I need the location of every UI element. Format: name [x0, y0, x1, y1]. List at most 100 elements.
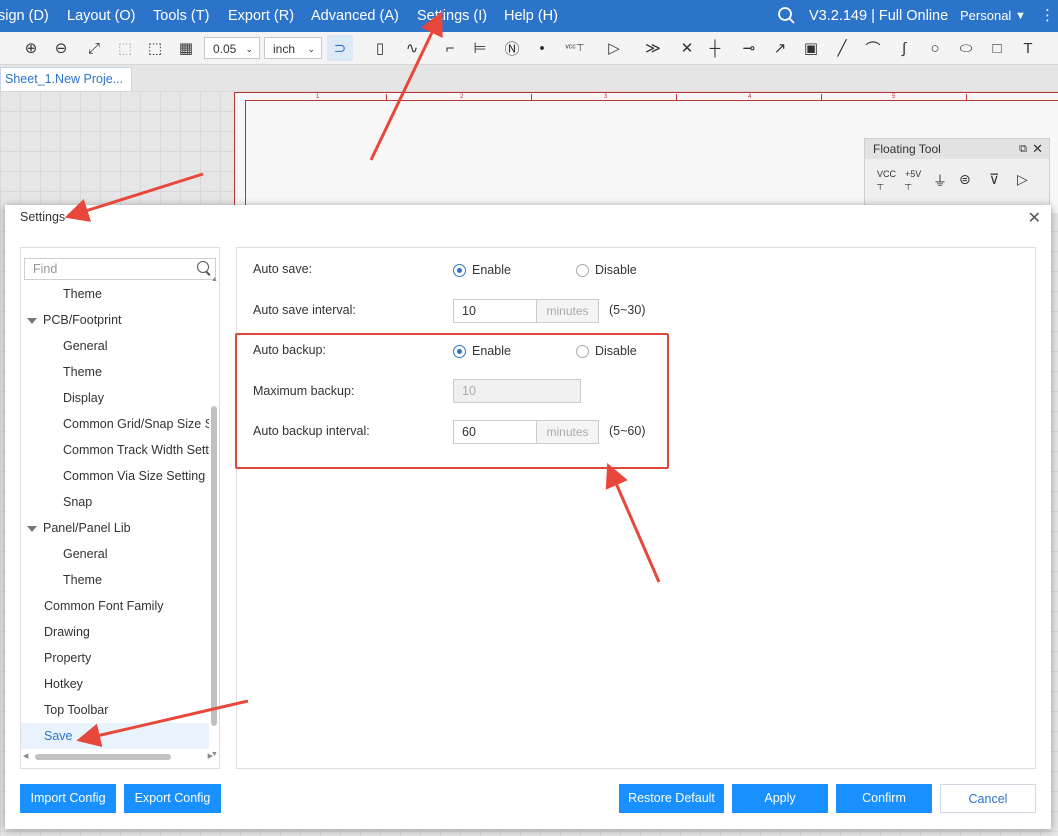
- import-config-button[interactable]: Import Config: [20, 784, 116, 813]
- tree-item-panel-lib[interactable]: Panel/Panel Lib: [21, 515, 209, 541]
- tree-item-pcb-theme[interactable]: Theme: [21, 359, 209, 385]
- unit-select[interactable]: inch ⌄: [264, 37, 322, 59]
- image-icon[interactable]: ▣: [798, 35, 824, 61]
- tree-item-via-size[interactable]: Common Via Size Setting: [21, 463, 209, 489]
- scroll-right-icon[interactable]: ▶: [208, 752, 213, 760]
- resistor-icon[interactable]: ∿: [399, 35, 425, 61]
- more-icon[interactable]: ⋮: [1040, 0, 1055, 32]
- bus-entry-icon[interactable]: ⊸: [736, 35, 762, 61]
- floating-tool-header[interactable]: Floating Tool ⧉ ✕: [865, 139, 1049, 159]
- zoom-out-icon[interactable]: ⊖: [48, 35, 74, 61]
- plus5v-icon[interactable]: +5V ┬: [905, 169, 921, 189]
- confirm-button[interactable]: Confirm: [836, 784, 932, 813]
- grid-size-select[interactable]: 0.05 ⌄: [204, 37, 260, 59]
- auto-save-disable-label[interactable]: Disable: [595, 263, 637, 277]
- menu-advanced[interactable]: Advanced (A): [311, 0, 399, 32]
- menu-layout[interactable]: Layout (O): [67, 0, 136, 32]
- line-icon[interactable]: ╱: [829, 35, 855, 61]
- tree-item-snap[interactable]: Snap: [21, 489, 209, 515]
- tree-item-save[interactable]: Save: [21, 723, 209, 749]
- ruler-label: 4: [748, 94, 752, 100]
- vertical-scrollbar[interactable]: ▲ ▼: [211, 276, 218, 758]
- menu-settings[interactable]: Settings (I): [417, 0, 487, 32]
- ground-icon[interactable]: ⏚: [933, 171, 947, 191]
- auto-save-interval-input[interactable]: 10: [453, 299, 537, 323]
- tree-item-sch-theme[interactable]: Theme: [21, 281, 209, 307]
- horizontal-scrollbar[interactable]: ◀ ▶: [23, 753, 213, 760]
- menu-help[interactable]: Help (H): [504, 0, 558, 32]
- grid-icon[interactable]: ▦: [173, 35, 199, 61]
- search-input[interactable]: Find: [24, 258, 216, 280]
- export-config-button[interactable]: Export Config: [124, 784, 221, 813]
- search-placeholder: Find: [33, 262, 58, 276]
- tree-item-track-width[interactable]: Common Track Width Setti: [21, 437, 209, 463]
- scroll-thumb[interactable]: [211, 406, 217, 726]
- search-icon[interactable]: [777, 0, 797, 32]
- scroll-up-icon[interactable]: ▲: [211, 276, 218, 283]
- close-icon[interactable]: ✕: [1028, 208, 1041, 228]
- tree-item-top-toolbar[interactable]: Top Toolbar: [21, 697, 209, 723]
- vcc-icon[interactable]: ᵛᶜᶜ⊤: [562, 35, 588, 61]
- toolbar: ⊕ ⊖ ⤢ ⬚ ⬚ ▦ 0.05 ⌄ inch ⌄ ⊃ ▯ ∿ ⌐ ⊨ Ⓝ • ᵛᶜ…: [0, 32, 1058, 65]
- tree-item-panel-theme[interactable]: Theme: [21, 567, 209, 593]
- junction-icon[interactable]: •: [529, 35, 555, 61]
- signal-ground-icon[interactable]: ⊽: [989, 171, 999, 188]
- circle-icon[interactable]: ○: [922, 35, 948, 61]
- tree-item-drawing[interactable]: Drawing: [21, 619, 209, 645]
- menu-export[interactable]: Export (R): [228, 0, 294, 32]
- wire-icon[interactable]: ⌐: [437, 35, 463, 61]
- tree-item-pcb-footprint[interactable]: PCB/Footprint: [21, 307, 209, 333]
- vcc-icon[interactable]: VCC ┬: [877, 169, 896, 189]
- auto-save-interval-label: Auto save interval:: [253, 303, 356, 317]
- arc-icon[interactable]: ⌒: [860, 35, 886, 61]
- snap-magnet-icon[interactable]: ⊃: [327, 35, 353, 61]
- settings-tree-panel: Find Theme PCB/Footprint General Theme D…: [20, 247, 220, 769]
- freehand-icon[interactable]: ↗: [767, 35, 793, 61]
- component-icon[interactable]: ▯: [367, 35, 393, 61]
- restore-default-button[interactable]: Restore Default: [619, 784, 724, 813]
- scroll-left-icon[interactable]: ◀: [23, 752, 28, 760]
- apply-button[interactable]: Apply: [732, 784, 828, 813]
- zoom-area-icon[interactable]: ⬚: [112, 35, 138, 61]
- tree-item-hotkey[interactable]: Hotkey: [21, 671, 209, 697]
- caret-down-icon[interactable]: [27, 317, 37, 324]
- rectangle-icon[interactable]: □: [984, 35, 1010, 61]
- menu-tools[interactable]: Tools (T): [153, 0, 209, 32]
- port-icon[interactable]: ▷: [601, 35, 627, 61]
- netlabel-icon[interactable]: Ⓝ: [499, 35, 525, 61]
- auto-save-disable-radio[interactable]: [576, 264, 589, 277]
- no-connect-icon[interactable]: ✕: [674, 35, 700, 61]
- close-icon[interactable]: ✕: [1032, 139, 1043, 159]
- tab-sheet-1[interactable]: Sheet_1.New Proje...: [0, 67, 132, 91]
- ellipse-icon[interactable]: ⬭: [953, 35, 979, 61]
- tree-item-pcb-display[interactable]: Display: [21, 385, 209, 411]
- text-icon[interactable]: T: [1015, 35, 1041, 61]
- tree-item-font-family[interactable]: Common Font Family: [21, 593, 209, 619]
- ruler-label: 2: [460, 94, 464, 100]
- bus-icon[interactable]: ⊨: [467, 35, 493, 61]
- netflag-icon[interactable]: ≫: [640, 35, 666, 61]
- search-icon[interactable]: [197, 261, 209, 273]
- caret-down-icon[interactable]: [27, 525, 37, 532]
- port-icon[interactable]: ▷: [1017, 171, 1028, 188]
- auto-save-enable-label[interactable]: Enable: [472, 263, 511, 277]
- scroll-thumb[interactable]: [35, 754, 171, 760]
- chevron-down-icon[interactable]: ▼: [1015, 0, 1026, 32]
- zoom-in-icon[interactable]: ⊕: [18, 35, 44, 61]
- minutes-unit: minutes: [537, 299, 599, 323]
- auto-save-enable-radio[interactable]: [453, 264, 466, 277]
- dialog-title: Settings: [20, 210, 66, 224]
- tree-item-pcb-general[interactable]: General: [21, 333, 209, 359]
- tree-item-grid-snap[interactable]: Common Grid/Snap Size S: [21, 411, 209, 437]
- earth-icon[interactable]: ⊜: [959, 171, 971, 188]
- tree-item-property[interactable]: Property: [21, 645, 209, 671]
- bezier-icon[interactable]: ∫: [891, 35, 917, 61]
- menu-design[interactable]: sign (D): [0, 0, 49, 32]
- tree-item-panel-general[interactable]: General: [21, 541, 209, 567]
- cancel-button[interactable]: Cancel: [940, 784, 1036, 813]
- account-menu[interactable]: Personal: [960, 0, 1011, 32]
- zoom-selection-icon[interactable]: ⬚: [142, 35, 168, 61]
- pin-icon[interactable]: ┼: [702, 35, 728, 61]
- fit-view-icon[interactable]: ⤢: [81, 35, 107, 61]
- restore-icon[interactable]: ⧉: [1019, 139, 1027, 159]
